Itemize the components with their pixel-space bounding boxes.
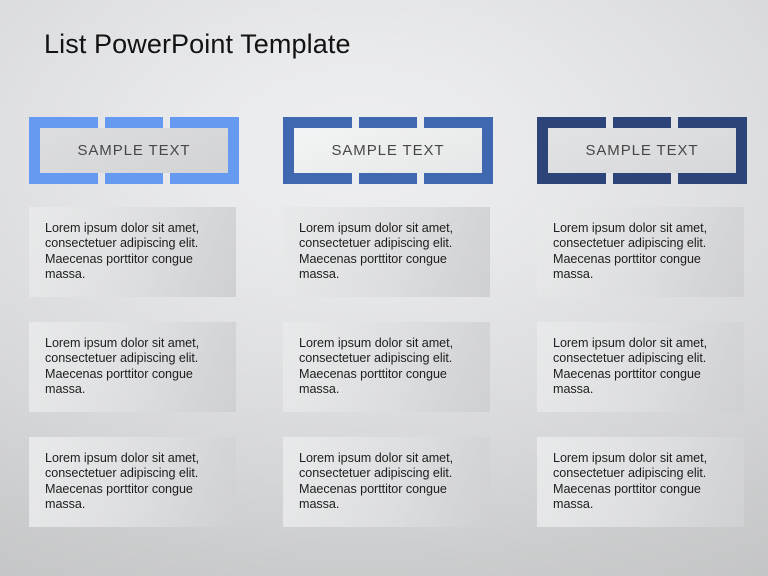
bracket-rail-right-icon <box>482 117 493 184</box>
bracket-rail-right-icon <box>736 117 747 184</box>
list-item-text: Lorem ipsum dolor sit amet, consectetuer… <box>553 451 708 512</box>
list-item-text: Lorem ipsum dolor sit amet, consectetuer… <box>553 221 708 282</box>
list-item-text: Lorem ipsum dolor sit amet, consectetuer… <box>299 451 454 512</box>
bracket-band-bottom-icon <box>294 173 482 184</box>
bracket-rail-left-icon <box>283 117 294 184</box>
list-item[interactable]: Lorem ipsum dolor sit amet, consectetuer… <box>29 207 236 297</box>
list-item[interactable]: Lorem ipsum dolor sit amet, consectetuer… <box>283 322 490 412</box>
list-item[interactable]: Lorem ipsum dolor sit amet, consectetuer… <box>283 437 490 527</box>
slide-canvas: List PowerPoint Template SAMPLE TEXT Lor… <box>0 0 768 576</box>
column-1-header-label: SAMPLE TEXT <box>77 142 191 159</box>
list-column-2: SAMPLE TEXT Lorem ipsum dolor sit amet, … <box>283 0 493 576</box>
list-column-3: SAMPLE TEXT Lorem ipsum dolor sit amet, … <box>537 0 747 576</box>
list-item[interactable]: Lorem ipsum dolor sit amet, consectetuer… <box>537 437 744 527</box>
list-item[interactable]: Lorem ipsum dolor sit amet, consectetuer… <box>29 437 236 527</box>
column-1-header-plate: SAMPLE TEXT <box>40 128 228 173</box>
column-2-header-label: SAMPLE TEXT <box>331 142 445 159</box>
bracket-band-top-icon <box>548 117 736 128</box>
list-item[interactable]: Lorem ipsum dolor sit amet, consectetuer… <box>537 207 744 297</box>
column-3-header-frame[interactable]: SAMPLE TEXT <box>537 117 747 184</box>
bracket-band-top-icon <box>294 117 482 128</box>
column-group: SAMPLE TEXT Lorem ipsum dolor sit amet, … <box>0 0 768 576</box>
bracket-rail-left-icon <box>29 117 40 184</box>
column-1-header-frame[interactable]: SAMPLE TEXT <box>29 117 239 184</box>
bracket-band-bottom-icon <box>548 173 736 184</box>
column-2-header-plate: SAMPLE TEXT <box>294 128 482 173</box>
column-2-header-frame[interactable]: SAMPLE TEXT <box>283 117 493 184</box>
column-3-header-label: SAMPLE TEXT <box>585 142 699 159</box>
list-item[interactable]: Lorem ipsum dolor sit amet, consectetuer… <box>283 207 490 297</box>
bracket-rail-left-icon <box>537 117 548 184</box>
bracket-band-bottom-icon <box>40 173 228 184</box>
list-item[interactable]: Lorem ipsum dolor sit amet, consectetuer… <box>29 322 236 412</box>
list-item-text: Lorem ipsum dolor sit amet, consectetuer… <box>45 451 200 512</box>
column-3-header-plate: SAMPLE TEXT <box>548 128 736 173</box>
list-column-1: SAMPLE TEXT Lorem ipsum dolor sit amet, … <box>29 0 239 576</box>
list-item-text: Lorem ipsum dolor sit amet, consectetuer… <box>299 336 454 397</box>
list-item-text: Lorem ipsum dolor sit amet, consectetuer… <box>45 336 200 397</box>
bracket-band-top-icon <box>40 117 228 128</box>
list-item-text: Lorem ipsum dolor sit amet, consectetuer… <box>45 221 200 282</box>
list-item-text: Lorem ipsum dolor sit amet, consectetuer… <box>299 221 454 282</box>
bracket-rail-right-icon <box>228 117 239 184</box>
list-item-text: Lorem ipsum dolor sit amet, consectetuer… <box>553 336 708 397</box>
list-item[interactable]: Lorem ipsum dolor sit amet, consectetuer… <box>537 322 744 412</box>
